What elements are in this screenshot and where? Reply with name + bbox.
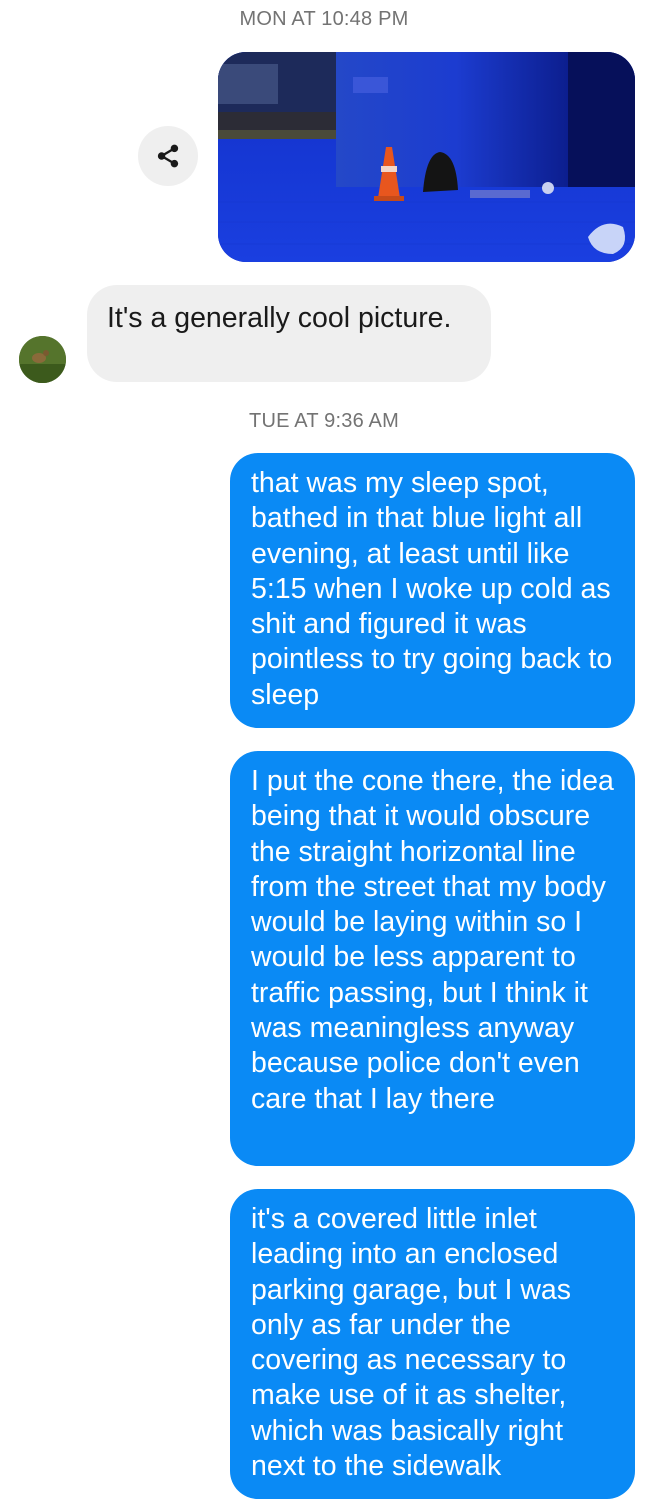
share-button[interactable] [138, 126, 198, 186]
sent-message[interactable]: that was my sleep spot, bathed in that b… [230, 453, 635, 728]
sent-message[interactable]: it's a covered little inlet leading into… [230, 1189, 635, 1499]
contact-avatar[interactable] [19, 336, 66, 383]
received-message[interactable]: It's a generally cool picture. [87, 285, 491, 382]
timestamp-mon: MON AT 10:48 PM [239, 8, 409, 30]
photo-attachment[interactable] [218, 52, 635, 262]
timestamp-tue: TUE AT 9:36 AM [249, 410, 399, 432]
sent-message[interactable]: I put the cone there, the idea being tha… [230, 751, 635, 1166]
share-icon [157, 144, 179, 168]
